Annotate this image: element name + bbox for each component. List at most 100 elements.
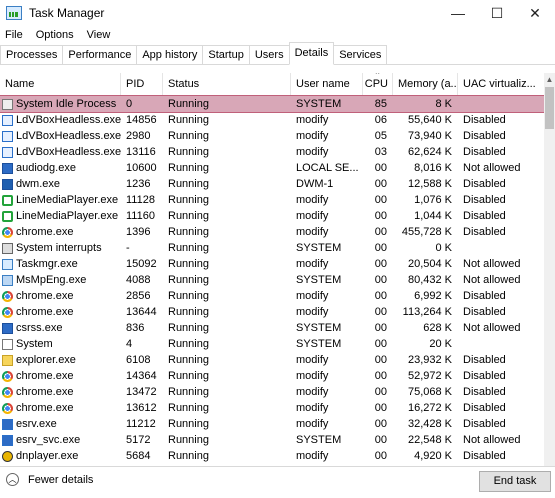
process-name-cell: Taskmgr.exe xyxy=(0,256,121,272)
minimize-button[interactable]: — xyxy=(438,0,478,26)
table-row[interactable]: chrome.exe 13644 Running modify 00 113,264 K D… xyxy=(0,304,544,320)
process-name-cell: chrome.exe xyxy=(0,224,121,240)
column-header-name[interactable]: Name xyxy=(0,73,121,95)
vertical-scrollbar[interactable]: ▲ xyxy=(544,73,555,466)
table-row[interactable]: LdVBoxHeadless.exe 13116 Running modify 03 62… xyxy=(0,144,544,160)
scroll-thumb[interactable] xyxy=(545,87,554,129)
memory-cell: 8 K xyxy=(435,98,452,110)
cpu-cell: 00 xyxy=(374,210,387,222)
dwm-icon xyxy=(2,178,13,190)
process-name: LdVBoxHeadless.exe xyxy=(16,146,121,158)
pid-cell: 5684 xyxy=(126,450,151,462)
table-row[interactable]: esrv.exe 11212 Running modify 00 32,428 K Disa… xyxy=(0,416,544,432)
process-name: chrome.exe xyxy=(16,226,74,238)
table-row[interactable]: audiodg.exe 10600 Running LOCAL SE... 00 8,01… xyxy=(0,160,544,176)
table-row[interactable]: esrv_svc.exe 5172 Running SYSTEM 00 22,548 K N… xyxy=(0,432,544,448)
ldvbox-icon xyxy=(2,114,13,126)
fewer-details-link[interactable]: ︿ Fewer details xyxy=(6,473,93,486)
table-row[interactable]: chrome.exe 13612 Running modify 00 16,272 K Di… xyxy=(0,400,544,416)
pid-cell: 13612 xyxy=(126,402,157,414)
cpu-cell: 00 xyxy=(374,434,387,446)
pid-cell: 11160 xyxy=(126,210,155,222)
table-row[interactable]: LdVBoxHeadless.exe 14856 Running modify 06 55… xyxy=(0,112,544,128)
table-row[interactable]: LineMediaPlayer.exe 11128 Running modify 00 1… xyxy=(0,192,544,208)
table-row[interactable]: explorer.exe 6108 Running modify 00 23,932 K D… xyxy=(0,352,544,368)
menu-bar: File Options View xyxy=(0,26,555,44)
table-row[interactable]: Taskmgr.exe 15092 Running modify 00 20,504 K N… xyxy=(0,256,544,272)
table-row[interactable]: LineMediaPlayer.exe 11160 Running modify 00 1… xyxy=(0,208,544,224)
table-row[interactable]: chrome.exe 1396 Running modify 00 455,728 K Di… xyxy=(0,224,544,240)
uac-cell: Disabled xyxy=(463,354,506,366)
process-name-cell: csrss.exe xyxy=(0,320,121,336)
pid-cell: 0 xyxy=(126,98,133,110)
table-row[interactable]: System interrupts - Running SYSTEM 00 0 K xyxy=(0,240,544,256)
user-cell: modify xyxy=(296,450,329,462)
menu-options[interactable]: Options xyxy=(31,29,82,41)
tab-users[interactable]: Users xyxy=(248,45,290,64)
tab-startup[interactable]: Startup xyxy=(202,45,250,64)
memory-cell: 52,972 K xyxy=(407,370,452,382)
tab-performance[interactable]: Performance xyxy=(62,45,138,64)
column-header-uac[interactable]: UAC virtualiz... xyxy=(458,73,544,95)
close-button[interactable]: ✕ xyxy=(515,0,555,26)
uac-cell: Not allowed xyxy=(463,162,521,174)
user-cell: modify xyxy=(296,290,329,302)
process-name-cell: chrome.exe xyxy=(0,304,121,320)
table-row[interactable]: System 4 Running SYSTEM 00 20 K xyxy=(0,336,544,352)
pid-cell: 14856 xyxy=(126,114,157,126)
process-name-cell: MsMpEng.exe xyxy=(0,272,121,288)
memory-cell: 22,548 K xyxy=(407,434,452,446)
pid-cell: 11212 xyxy=(126,418,156,430)
scroll-up-arrow-icon[interactable]: ▲ xyxy=(544,73,555,87)
column-header-status[interactable]: Status xyxy=(163,73,291,95)
uac-cell: Disabled xyxy=(463,226,506,238)
chevron-up-icon: ︿ xyxy=(6,473,19,486)
process-name: Taskmgr.exe xyxy=(16,258,78,270)
tab-services[interactable]: Services xyxy=(333,45,388,64)
table-row[interactable]: csrss.exe 836 Running SYSTEM 00 628 K Not allo… xyxy=(0,320,544,336)
pid-cell: 4 xyxy=(126,338,133,350)
process-name-cell: dwm.exe xyxy=(0,176,121,192)
column-header-memory[interactable]: Memory (a... xyxy=(393,73,458,95)
table-row[interactable]: dwm.exe 1236 Running DWM-1 00 12,588 K Disable… xyxy=(0,176,544,192)
maximize-button[interactable]: ☐ xyxy=(477,0,517,26)
memory-cell: 73,940 K xyxy=(407,130,452,142)
table-row[interactable]: MsMpEng.exe 4088 Running SYSTEM 00 80,432 K No… xyxy=(0,272,544,288)
column-header-cpu[interactable]: ^ CPU xyxy=(363,73,393,95)
esrv-icon xyxy=(2,418,13,430)
table-row[interactable]: chrome.exe 2856 Running modify 00 6,992 K Disa… xyxy=(0,288,544,304)
pid-cell: 5172 xyxy=(126,434,151,446)
process-table: Name PID Status User name ^ CPU Memory (… xyxy=(0,73,545,464)
tab-app-history[interactable]: App history xyxy=(136,45,204,64)
status-cell: Running xyxy=(168,226,209,238)
menu-view[interactable]: View xyxy=(82,29,119,41)
fewer-details-label: Fewer details xyxy=(28,473,94,486)
uac-cell: Disabled xyxy=(463,386,506,398)
status-cell: Running xyxy=(168,338,209,350)
uac-cell: Disabled xyxy=(463,370,506,382)
memory-cell: 20 K xyxy=(429,338,452,350)
status-cell: Running xyxy=(168,162,209,174)
cpu-cell: 00 xyxy=(374,274,387,286)
pid-cell: 2856 xyxy=(126,290,151,302)
status-cell: Running xyxy=(168,418,209,430)
column-header-user[interactable]: User name xyxy=(291,73,363,95)
tab-processes[interactable]: Processes xyxy=(0,45,64,64)
status-cell: Running xyxy=(168,194,209,206)
end-task-button[interactable]: End task xyxy=(479,471,551,492)
menu-file[interactable]: File xyxy=(0,29,31,41)
table-row[interactable]: dnplayer.exe 5684 Running modify 00 4,920 K Di… xyxy=(0,448,544,464)
process-name-cell: chrome.exe xyxy=(0,400,121,416)
cpu-cell: 00 xyxy=(374,178,387,190)
user-cell: SYSTEM xyxy=(296,322,342,334)
user-cell: SYSTEM xyxy=(296,242,342,254)
column-header-pid[interactable]: PID xyxy=(121,73,163,95)
table-row[interactable]: chrome.exe 14364 Running modify 00 52,972 K Di… xyxy=(0,368,544,384)
user-cell: modify xyxy=(296,130,329,142)
process-name-cell: LdVBoxHeadless.exe xyxy=(0,128,121,144)
tab-details[interactable]: Details xyxy=(288,42,335,65)
table-row[interactable]: LdVBoxHeadless.exe 2980 Running modify 05 73,… xyxy=(0,128,544,144)
table-row[interactable]: chrome.exe 13472 Running modify 00 75,068 K Di… xyxy=(0,384,544,400)
table-row[interactable]: System Idle Process 0 Running SYSTEM 85 8 K xyxy=(0,95,545,113)
audiodg-icon xyxy=(2,162,13,174)
